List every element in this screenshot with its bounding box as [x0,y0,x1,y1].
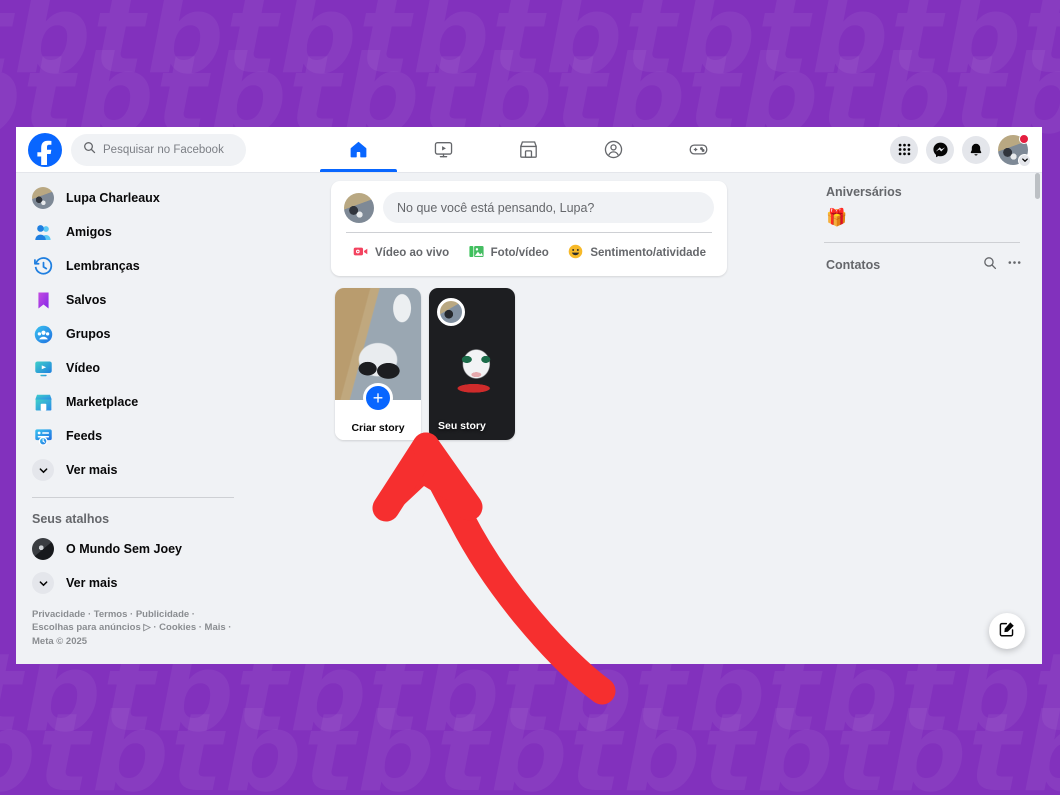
nav-tab-groups[interactable] [571,127,656,172]
grid-menu-icon[interactable] [890,135,918,164]
sidebar-item-label: Ver mais [66,463,118,477]
watermark-row: tbtbtbtbtbtbtbtbtbtbtbtbtbtbtbtb [0,691,1060,795]
feeling-activity-button[interactable]: Sentimento/atividade [561,238,712,268]
chevron-down-icon[interactable] [1018,153,1031,167]
sidebar-footer-links[interactable]: Privacidade · Termos · Publicidade · Esc… [26,600,240,648]
rightbar-divider [824,242,1020,243]
video-icon [32,357,54,379]
sidebar-item-salvos[interactable]: Salvos [26,283,240,317]
notification-badge [1019,133,1029,144]
left-sidebar: Lupa Charleaux Amigos Lembranças Salvos … [16,173,248,664]
create-story-card[interactable]: + Criar story [335,288,421,440]
birthdays-heading: Aniversários [826,185,902,199]
bell-icon[interactable] [962,135,990,164]
sidebar-item-label: Lembranças [66,259,140,273]
sidebar-item-grupos[interactable]: Grupos [26,317,240,351]
sidebar-divider [32,497,234,498]
saved-bookmark-icon [32,289,54,311]
search-icon[interactable] [983,256,997,275]
feeling-activity-label: Sentimento/atividade [590,247,706,259]
gift-icon: 🎁 [826,208,848,227]
center-feed: No que você está pensando, Lupa? Vídeo a… [248,173,810,664]
live-video-label: Vídeo ao vivo [375,247,450,259]
nav-tab-video[interactable] [401,127,486,172]
account-avatar-button[interactable] [998,133,1031,167]
content-columns: Lupa Charleaux Amigos Lembranças Salvos … [16,173,1042,664]
topbar-actions [890,127,1031,172]
live-video-button[interactable]: Vídeo ao vivo [346,238,455,268]
sidebar-shortcut-joey[interactable]: O Mundo Sem Joey [26,532,240,566]
vertical-scrollbar[interactable] [1035,173,1040,199]
composer-avatar[interactable] [344,192,374,223]
sidebar-item-feeds[interactable]: Feeds [26,419,240,453]
feeling-smiley-icon [567,243,584,263]
sidebar-item-label: Grupos [66,327,111,341]
photo-video-button[interactable]: Foto/vídeo [462,238,555,268]
messenger-icon[interactable] [926,135,954,164]
marketplace-store-icon [32,391,54,413]
photo-video-label: Foto/vídeo [490,247,549,259]
sidebar-item-ver-mais[interactable]: Ver mais [26,453,240,487]
chevron-down-icon [32,572,54,594]
sidebar-item-label: Marketplace [66,395,139,409]
shortcuts-heading: Seus atalhos [32,512,110,526]
sidebar-item-marketplace[interactable]: Marketplace [26,385,240,419]
sidebar-item-profile[interactable]: Lupa Charleaux [26,181,240,215]
memories-clock-icon [32,255,54,277]
groups-icon [32,323,54,345]
story-author-avatar [437,298,465,326]
your-story-label: Seu story [438,420,486,432]
feeds-icon [32,425,54,447]
top-navigation-bar: Pesquisar no Facebook [16,127,1042,173]
sidebar-item-label: Feeds [66,429,103,443]
create-story-label: Criar story [351,422,405,434]
contacts-section-header: Contatos [820,251,1026,275]
nav-tab-marketplace[interactable] [486,127,571,172]
sidebar-item-video[interactable]: Vídeo [26,351,240,385]
search-placeholder: Pesquisar no Facebook [103,143,224,156]
sidebar-item-label: Salvos [66,293,107,307]
contacts-heading: Contatos [826,258,881,272]
facebook-logo-icon[interactable] [28,132,62,167]
profile-avatar-icon [32,187,54,209]
facebook-window: Pesquisar no Facebook Lupa Charleaux Ami… [16,127,1042,664]
sidebar-item-label: Amigos [66,225,112,239]
sidebar-item-label: Vídeo [66,361,101,375]
sidebar-item-amigos[interactable]: Amigos [26,215,240,249]
composer-actions: Vídeo ao vivo Foto/vídeo Sentimento/ativ… [344,236,714,270]
composer-divider [346,232,712,233]
compose-edit-icon [998,620,1016,643]
page-avatar-icon [32,538,54,560]
plus-icon[interactable]: + [363,383,393,413]
sidebar-item-label: Ver mais [66,576,118,590]
sidebar-shortcut-ver-mais[interactable]: Ver mais [26,566,240,600]
main-nav-tabs [316,127,741,172]
more-horizontal-icon[interactable] [1007,255,1022,275]
photo-video-icon [468,243,485,263]
right-sidebar: Aniversários 🎁 Contatos [810,173,1042,664]
sidebar-item-label: Lupa Charleaux [66,191,160,205]
search-input[interactable]: Pesquisar no Facebook [71,133,246,166]
nav-tab-home[interactable] [316,127,401,172]
friends-icon [32,221,54,243]
sidebar-item-lembrancas[interactable]: Lembranças [26,249,240,283]
chevron-down-icon [32,459,54,481]
post-composer: No que você está pensando, Lupa? Vídeo a… [331,181,727,276]
your-story-card[interactable]: Seu story [429,288,515,440]
sidebar-item-label: O Mundo Sem Joey [66,542,182,556]
composer-input[interactable]: No que você está pensando, Lupa? [383,192,714,223]
search-icon [83,141,96,159]
nav-tab-gaming[interactable] [656,127,741,172]
new-message-button[interactable] [989,613,1025,649]
stories-tray: + Criar story Seu story [331,288,727,440]
composer-placeholder: No que você está pensando, Lupa? [397,200,595,215]
live-video-icon [352,243,369,263]
